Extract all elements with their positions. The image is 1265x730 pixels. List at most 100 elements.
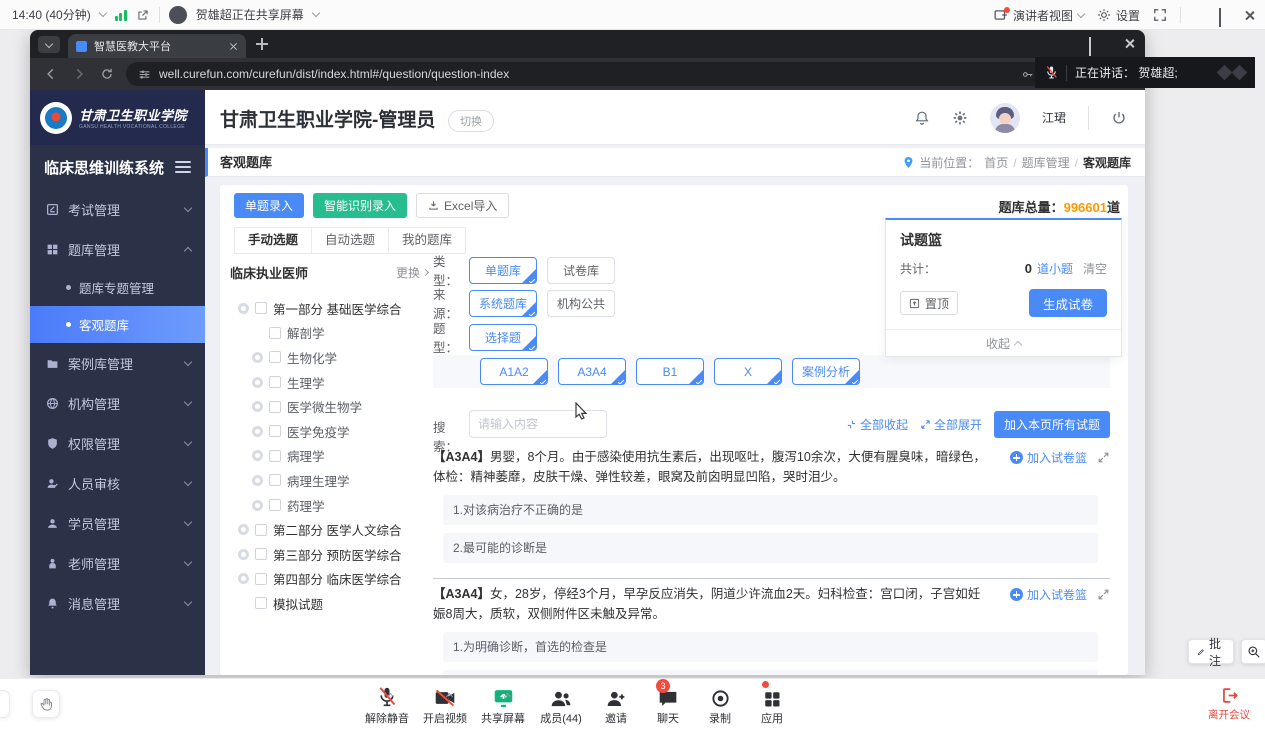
expander-icon[interactable] <box>252 377 263 388</box>
chevron-down-icon[interactable] <box>98 9 106 17</box>
address-bar[interactable]: well.curefun.com/curefun/dist/index.html… <box>126 62 1046 86</box>
filter-option[interactable]: 试卷库 <box>547 257 615 284</box>
pop-out-icon[interactable] <box>136 8 150 22</box>
subtype-option[interactable]: 案例分析 <box>792 358 860 385</box>
checkbox[interactable] <box>255 597 267 609</box>
expand-all-link[interactable]: 全部展开 <box>920 416 982 433</box>
tree-node[interactable]: 第四部分 临床医学综合 <box>230 567 428 592</box>
tree-node[interactable]: 药理学 <box>230 493 428 518</box>
expander-icon[interactable] <box>252 426 263 437</box>
apps-button[interactable]: 应用 <box>746 684 798 726</box>
checkbox[interactable] <box>255 548 267 560</box>
checkbox[interactable] <box>255 524 267 536</box>
browser-close-button[interactable] <box>1124 38 1135 49</box>
sidebar-item-exam[interactable]: 考试管理 <box>30 189 205 229</box>
add-to-basket-link[interactable]: 加入试卷篮 <box>1010 449 1087 466</box>
leave-meeting-button[interactable]: 离开会议 <box>1199 686 1259 722</box>
expander-icon[interactable] <box>238 303 249 314</box>
tab-search-button[interactable] <box>38 36 60 53</box>
subtype-option[interactable]: X <box>714 358 782 385</box>
expander-icon[interactable] <box>252 352 263 363</box>
single-entry-button[interactable]: 单题录入 <box>234 193 304 218</box>
expander-icon[interactable] <box>238 573 249 584</box>
sidebar-item-organization[interactable]: 机构管理 <box>30 383 205 423</box>
fullscreen-icon[interactable] <box>1153 8 1167 22</box>
switch-role-button[interactable]: 切换 <box>448 110 494 132</box>
collapse-all-link[interactable]: 全部收起 <box>846 416 908 433</box>
expander-icon[interactable] <box>238 549 249 560</box>
tree-node[interactable]: 医学微生物学 <box>230 394 428 419</box>
tree-node[interactable]: 解剖学 <box>230 321 428 346</box>
add-all-button[interactable]: 加入本页所有试题 <box>994 411 1110 438</box>
generate-paper-button[interactable]: 生成试卷 <box>1029 289 1107 317</box>
start-video-button[interactable]: 开启视频 <box>416 684 474 726</box>
magnifier-button[interactable] <box>1241 639 1265 664</box>
checkbox[interactable] <box>269 499 281 511</box>
sidebar-item-permission[interactable]: 权限管理 <box>30 423 205 463</box>
back-icon[interactable] <box>44 67 58 81</box>
menu-collapse-icon[interactable] <box>175 158 191 176</box>
sidebar-item-personnel-audit[interactable]: 人员审核 <box>30 463 205 503</box>
expand-question-icon[interactable] <box>1097 588 1110 601</box>
reload-icon[interactable] <box>100 67 114 81</box>
filter-option[interactable]: 机构公共 <box>547 290 615 317</box>
filter-option[interactable]: 单题库 <box>469 257 537 284</box>
basket-count-unit[interactable]: 道小题 <box>1037 260 1073 277</box>
sidebar-item-question-bank[interactable]: 题库管理 <box>30 229 205 269</box>
checkbox[interactable] <box>255 573 267 585</box>
user-avatar[interactable] <box>990 103 1020 133</box>
change-category-link[interactable]: 更换 <box>396 264 428 281</box>
checkbox[interactable] <box>269 401 281 413</box>
close-button[interactable] <box>1244 10 1255 21</box>
tree-node[interactable]: 医学免疫学 <box>230 419 428 444</box>
filter-option[interactable]: 系统题库 <box>469 290 537 317</box>
chat-button[interactable]: 3 聊天 <box>642 684 694 726</box>
tab-auto-select[interactable]: 自动选题 <box>311 227 389 254</box>
filter-option[interactable]: 选择题 <box>469 324 537 351</box>
minimize-button[interactable] <box>1194 9 1206 21</box>
tab-close-icon[interactable] <box>229 42 238 51</box>
expander-icon[interactable] <box>252 500 263 511</box>
smart-recognition-button[interactable]: 智能识别录入 <box>313 193 407 218</box>
invite-button[interactable]: 邀请 <box>590 684 642 726</box>
presenter-view-button[interactable]: 演讲者视图 <box>994 7 1084 24</box>
annotate-button[interactable]: 批注 <box>1188 639 1234 664</box>
tab-manual-select[interactable]: 手动选题 <box>234 227 312 254</box>
sidebar-subitem-objective-bank[interactable]: 客观题库 <box>30 306 205 343</box>
tree-node[interactable]: 病理学 <box>230 444 428 469</box>
browser-minimize-button[interactable] <box>1054 38 1066 50</box>
forward-icon[interactable] <box>72 67 86 81</box>
new-tab-button[interactable] <box>256 38 268 50</box>
basket-collapse-button[interactable]: 收起 <box>886 329 1121 356</box>
raise-hand-button[interactable] <box>32 690 60 718</box>
expander-icon[interactable] <box>238 524 249 535</box>
checkbox[interactable] <box>269 376 281 388</box>
tree-node[interactable]: 第二部分 医学人文综合 <box>230 517 428 542</box>
subtype-option[interactable]: A3A4 <box>558 358 626 385</box>
settings-button[interactable]: 设置 <box>1097 7 1140 24</box>
maximize-button[interactable] <box>1219 9 1231 21</box>
add-to-basket-link[interactable]: 加入试卷篮 <box>1010 586 1087 603</box>
tree-node[interactable]: 生物化学 <box>230 345 428 370</box>
record-button[interactable]: 录制 <box>694 684 746 726</box>
checkbox[interactable] <box>269 474 281 486</box>
tree-node[interactable]: 生理学 <box>230 370 428 395</box>
expander-icon[interactable] <box>252 401 263 412</box>
breadcrumb-bank[interactable]: 题库管理 <box>1022 154 1070 171</box>
browser-restore-button[interactable] <box>1089 38 1101 50</box>
expander-icon[interactable] <box>252 450 263 461</box>
logout-icon[interactable] <box>1111 110 1127 126</box>
expander-icon[interactable] <box>252 475 263 486</box>
tree-node[interactable]: 模拟试题 <box>230 591 428 616</box>
checkbox[interactable] <box>269 450 281 462</box>
sidebar-subitem-topic-manage[interactable]: 题库专题管理 <box>30 269 205 306</box>
checkbox[interactable] <box>269 327 281 339</box>
tree-node[interactable]: 病理生理学 <box>230 468 428 493</box>
checkbox[interactable] <box>255 302 267 314</box>
browser-tab[interactable]: 智慧医教大平台 <box>68 34 246 58</box>
share-screen-button[interactable]: 共享屏幕 <box>474 684 532 726</box>
checkbox[interactable] <box>269 351 281 363</box>
tree-node[interactable]: 第三部分 预防医学综合 <box>230 542 428 567</box>
notification-bell-icon[interactable] <box>914 109 930 126</box>
checkbox[interactable] <box>269 425 281 437</box>
